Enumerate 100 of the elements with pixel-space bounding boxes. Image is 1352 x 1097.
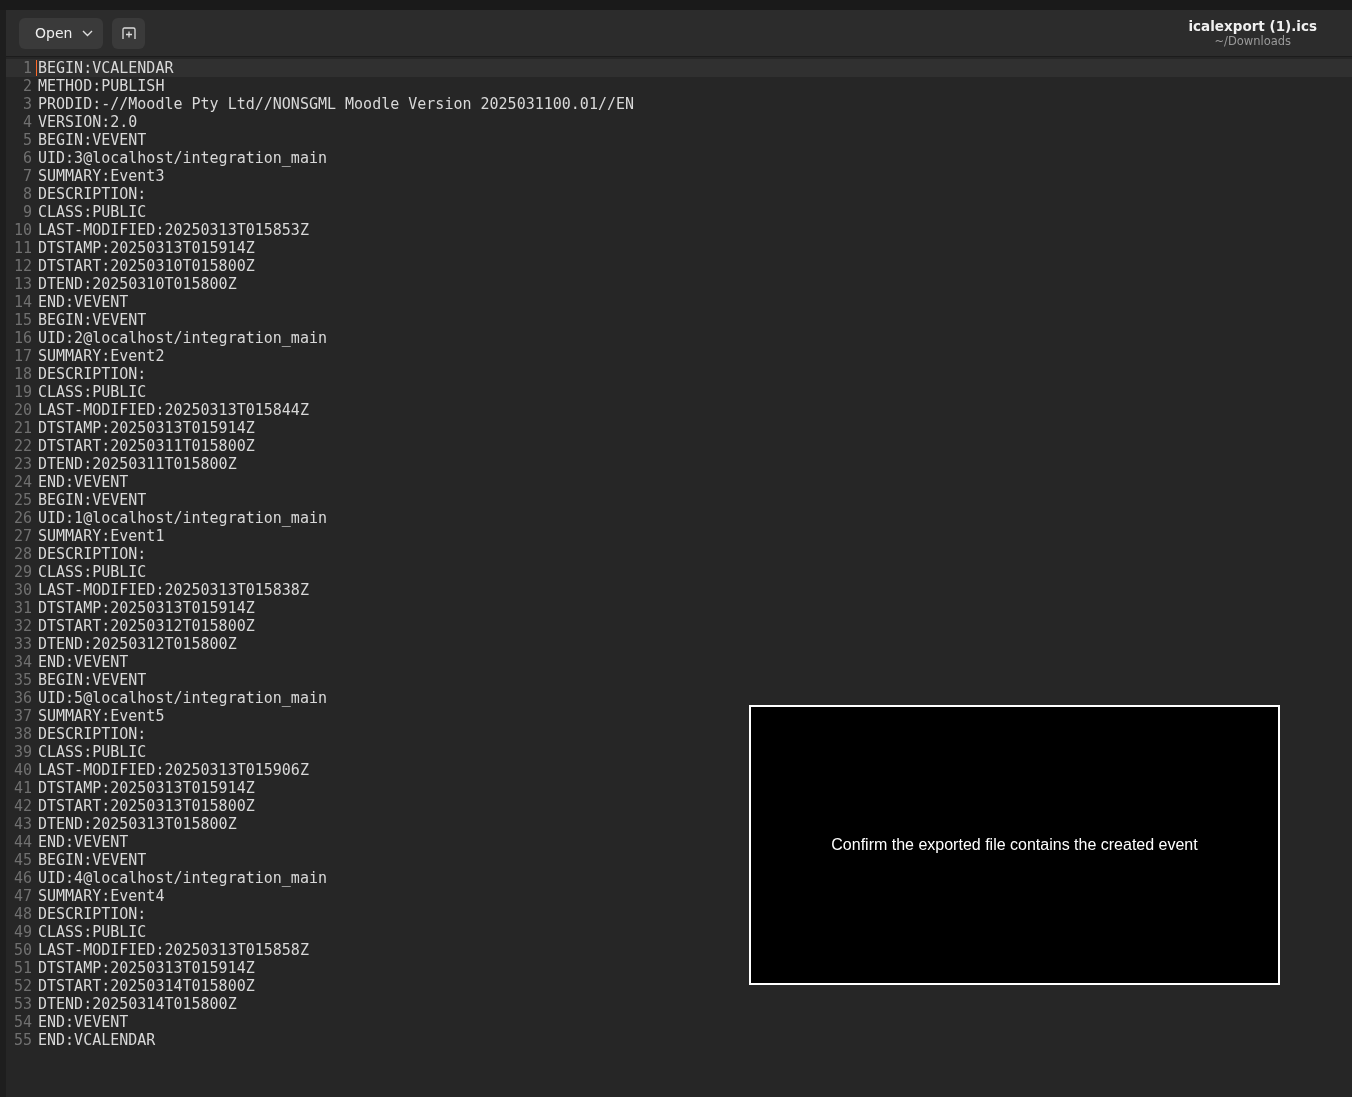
code-line: BEGIN:VEVENT <box>38 671 147 689</box>
code-line: DTEND:20250310T015800Z <box>38 275 237 293</box>
code-line: BEGIN:VEVENT <box>38 131 147 149</box>
line-number: 30 <box>12 581 32 599</box>
line-number: 46 <box>12 869 32 887</box>
line-number: 27 <box>12 527 32 545</box>
line-number: 10 <box>12 221 32 239</box>
caption-text: Confirm the exported file contains the created event <box>831 836 1198 854</box>
code-line: BEGIN:VCALENDAR <box>38 59 174 77</box>
line-number: 49 <box>12 923 32 941</box>
line-number: 17 <box>12 347 32 365</box>
line-number: 6 <box>21 149 32 167</box>
code-line: DTEND:20250311T015800Z <box>38 455 237 473</box>
code-line: DTSTAMP:20250313T015914Z <box>38 599 255 617</box>
code-line: DESCRIPTION: <box>38 365 147 383</box>
line-number: 32 <box>12 617 32 635</box>
code-line: UID:2@localhost/integration_main <box>38 329 327 347</box>
code-line: DTEND:20250313T015800Z <box>38 815 237 833</box>
line-number: 50 <box>12 941 32 959</box>
code-line: END:VEVENT <box>38 833 129 851</box>
code-line: CLASS:PUBLIC <box>38 203 147 221</box>
line-number: 38 <box>12 725 32 743</box>
file-path: ~/Downloads <box>1214 34 1292 48</box>
line-number: 39 <box>12 743 32 761</box>
code-line: SUMMARY:Event1 <box>38 527 165 545</box>
line-number: 42 <box>12 797 32 815</box>
code-line: DTSTAMP:20250313T015914Z <box>38 419 255 437</box>
code-line: DTSTART:20250310T015800Z <box>38 257 255 275</box>
line-number: 55 <box>12 1031 32 1049</box>
line-number: 7 <box>21 167 32 185</box>
code-line: SUMMARY:Event4 <box>38 887 165 905</box>
code-line: VERSION:2.0 <box>38 113 138 131</box>
line-number: 13 <box>12 275 32 293</box>
code-line: PRODID:-//Moodle Pty Ltd//NONSGML Moodle Version 2025031100.01//EN <box>38 95 635 113</box>
window-title: icalexport (1).ics <box>1188 18 1317 34</box>
text-cursor <box>36 60 37 76</box>
code-line: UID:1@localhost/integration_main <box>38 509 327 527</box>
line-number: 47 <box>12 887 32 905</box>
code-line: END:VCALENDAR <box>38 1031 156 1049</box>
line-number: 22 <box>12 437 32 455</box>
code-line: SUMMARY:Event3 <box>38 167 165 185</box>
line-number: 26 <box>12 509 32 527</box>
line-number: 9 <box>21 203 32 221</box>
line-number: 5 <box>21 131 32 149</box>
line-number: 35 <box>12 671 32 689</box>
code-line: BEGIN:VEVENT <box>38 491 147 509</box>
code-line: CLASS:PUBLIC <box>38 923 147 941</box>
line-number: 24 <box>12 473 32 491</box>
line-number: 43 <box>12 815 32 833</box>
open-button[interactable]: Open <box>19 17 104 49</box>
code-line: LAST-MODIFIED:20250313T015853Z <box>38 221 309 239</box>
line-number: 52 <box>12 977 32 995</box>
code-line: DTSTAMP:20250313T015914Z <box>38 779 255 797</box>
new-tab-button[interactable] <box>112 17 146 49</box>
line-number: 53 <box>12 995 32 1013</box>
code-line: CLASS:PUBLIC <box>38 563 147 581</box>
line-number: 28 <box>12 545 32 563</box>
code-line: SUMMARY:Event2 <box>38 347 165 365</box>
line-number: 33 <box>12 635 32 653</box>
code-line: UID:3@localhost/integration_main <box>38 149 327 167</box>
code-line: DESCRIPTION: <box>38 725 147 743</box>
line-number: 45 <box>12 851 32 869</box>
line-number: 4 <box>21 113 32 131</box>
code-line: UID:5@localhost/integration_main <box>38 689 327 707</box>
code-line: UID:4@localhost/integration_main <box>38 869 327 887</box>
line-number: 12 <box>12 257 32 275</box>
line-number: 18 <box>12 365 32 383</box>
code-line: SUMMARY:Event5 <box>38 707 165 725</box>
line-number: 16 <box>12 329 32 347</box>
line-number: 41 <box>12 779 32 797</box>
code-line: CLASS:PUBLIC <box>38 743 147 761</box>
line-number: 37 <box>12 707 32 725</box>
code-line: BEGIN:VEVENT <box>38 851 147 869</box>
line-number: 51 <box>12 959 32 977</box>
line-number: 11 <box>12 239 32 257</box>
code-line: LAST-MODIFIED:20250313T015838Z <box>38 581 309 599</box>
line-number: 19 <box>12 383 32 401</box>
code-line: BEGIN:VEVENT <box>38 311 147 329</box>
line-number: 54 <box>12 1013 32 1031</box>
code-line: DESCRIPTION: <box>38 905 147 923</box>
line-number: 21 <box>12 419 32 437</box>
code-line: CLASS:PUBLIC <box>38 383 147 401</box>
code-line: DTEND:20250314T015800Z <box>38 995 237 1013</box>
code-line: END:VEVENT <box>38 293 129 311</box>
line-number: 29 <box>12 563 32 581</box>
code-line: LAST-MODIFIED:20250313T015844Z <box>38 401 309 419</box>
code-line: DESCRIPTION: <box>38 545 147 563</box>
line-number: 23 <box>12 455 32 473</box>
new-tab-icon <box>121 26 136 40</box>
line-number: 14 <box>12 293 32 311</box>
code-line: DESCRIPTION: <box>38 185 147 203</box>
code-line: DTSTART:20250312T015800Z <box>38 617 255 635</box>
line-number: 40 <box>12 761 32 779</box>
code-line: DTSTART:20250311T015800Z <box>38 437 255 455</box>
code-line: END:VEVENT <box>38 473 129 491</box>
line-number: 44 <box>12 833 32 851</box>
chevron-down-icon <box>82 29 94 37</box>
code-line: METHOD:PUBLISH <box>38 77 165 95</box>
code-line: DTEND:20250312T015800Z <box>38 635 237 653</box>
code-line: END:VEVENT <box>38 1013 129 1031</box>
